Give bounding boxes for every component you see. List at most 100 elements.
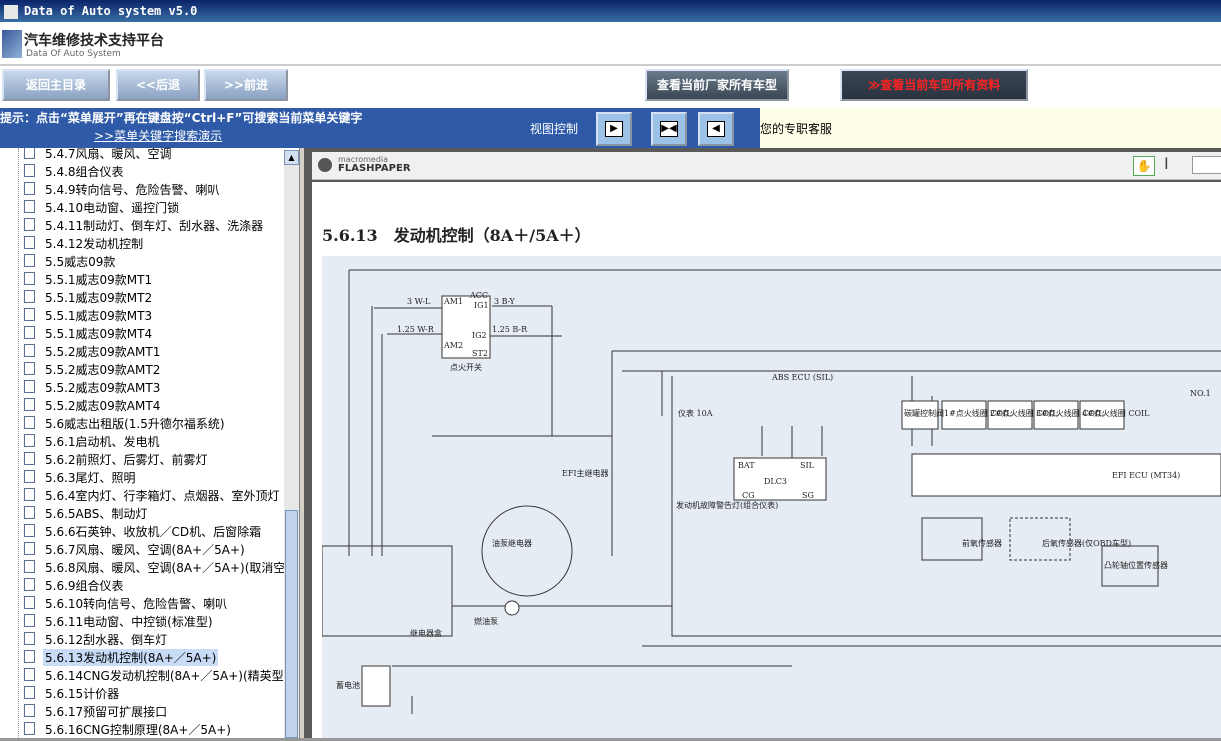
tree-item-label: 5.5.1威志09款MT3 — [45, 309, 153, 323]
tree-sidebar: 5.4.7风扇、暖风、空调 5.4.8组合仪表 5.4.9转向信号、危险告警、喇叭 5… — [0, 148, 300, 738]
tree-item-label: 5.6.13发动机控制(8A+／5A+) — [43, 649, 219, 666]
tree-item[interactable]: 5.6.9组合仪表 — [24, 576, 286, 594]
arrow-left-icon: ◀ — [707, 121, 725, 137]
tree-item-label: 5.6.9组合仪表 — [45, 579, 124, 593]
document-icon — [24, 614, 35, 627]
tree-item[interactable]: 5.6.15计价器 — [24, 684, 286, 702]
tree-item[interactable]: 5.6.3尾灯、照明 — [24, 468, 286, 486]
tree-item[interactable]: 5.6.4室内灯、行李箱灯、点烟器、室外顶灯 — [24, 486, 286, 504]
diagram-label-w3: 1.25 W-R — [397, 325, 435, 334]
document-icon — [24, 704, 35, 717]
tree-item[interactable]: 5.6.11电动窗、中控锁(标准型) — [24, 612, 286, 630]
diagram-label-w1: 3 W-L — [407, 297, 431, 306]
tree-item[interactable]: 5.5.1威志09款MT3 — [24, 306, 286, 324]
diagram-label-am2: AM2 — [443, 341, 463, 350]
app-subtitle: Data Of Auto System — [26, 49, 121, 59]
tree-item-label: 5.6.5ABS、制动灯 — [45, 507, 148, 521]
document-icon — [24, 182, 35, 195]
scroll-thumb[interactable] — [285, 510, 298, 738]
tree-scrollbar[interactable]: ▲ — [284, 150, 299, 738]
tree-item[interactable]: 5.5.2威志09款AMT1 — [24, 342, 286, 360]
tree-item[interactable]: 5.4.10电动窗、遥控门锁 — [24, 198, 286, 216]
diagram-label-ig1: IG1 — [474, 301, 489, 310]
window-titlebar: Data of Auto system v5.0 — [0, 0, 1221, 22]
tree-item[interactable]: 5.6.5ABS、制动灯 — [24, 504, 286, 522]
tree-item[interactable]: 5.4.12发动机控制 — [24, 234, 286, 252]
tree-item[interactable]: 5.4.7风扇、暖风、空调 — [24, 148, 286, 162]
all-makes-button[interactable]: 查看当前厂家所有车型 — [645, 69, 789, 101]
document-page: 5.6.13 发动机控制（8A＋/5A＋） AM1 ACC IG1 IG2 AM… — [312, 182, 1221, 738]
tree-item-label: 5.5.1威志09款MT4 — [45, 327, 153, 341]
arrow-right-icon: ▶ — [605, 121, 623, 137]
tree-item-label: 5.5.2威志09款AMT2 — [45, 363, 161, 377]
diagram-label-coil4: 4#点火线圈 COIL — [1082, 408, 1150, 418]
toolbar: 返回主目录 <<后退 >>前进 查看当前厂家所有车型 ≫查看当前车型所有资料 — [0, 66, 1221, 108]
tree-item-label: 5.5.1威志09款MT2 — [45, 291, 153, 305]
tree-item[interactable]: 5.4.9转向信号、危险告警、喇叭 — [24, 180, 286, 198]
tree-item[interactable]: 5.5.1威志09款MT1 — [24, 270, 286, 288]
tree-item-label: 5.6.6石英钟、收放机／CD机、后窗除霜 — [45, 525, 262, 539]
tree-item[interactable]: 5.5.2威志09款AMT2 — [24, 360, 286, 378]
document-icon — [24, 470, 35, 483]
brand-main: FLASHPAPER — [338, 163, 411, 174]
diagram-label-canister: 碳罐控制阀 — [904, 408, 944, 418]
document-icon — [24, 236, 35, 249]
tree-item[interactable]: 5.4.8组合仪表 — [24, 162, 286, 180]
relay-box — [321, 545, 453, 637]
tree-item-label: 5.4.9转向信号、危险告警、喇叭 — [45, 183, 220, 197]
text-select-icon[interactable]: I — [1164, 154, 1169, 173]
document-icon — [24, 542, 35, 555]
tree-item[interactable]: 5.4.11制动灯、倒车灯、刮水器、洗涤器 — [24, 216, 286, 234]
page-number-input[interactable] — [1192, 156, 1221, 174]
split-view-button[interactable]: ▶◀ — [651, 112, 687, 146]
back-button[interactable]: <<后退 — [116, 69, 200, 101]
diagram-label-relay-box: 继电器盒 — [410, 628, 442, 638]
tree-item[interactable]: 5.6.7风扇、暖风、空调(8A+／5A+) — [24, 540, 286, 558]
tree-item[interactable]: 5.5.1威志09款MT4 — [24, 324, 286, 342]
tree-item-label: 5.6.7风扇、暖风、空调(8A+／5A+) — [45, 543, 245, 557]
diagram-label-sil: SIL — [800, 461, 815, 470]
tree-item[interactable]: 5.6.14CNG发动机控制(8A+／5A+)(精英型) — [24, 666, 286, 684]
diagram-label-cam: 凸轮轴位置传感器 — [1104, 560, 1168, 570]
scroll-up-icon[interactable]: ▲ — [284, 150, 299, 165]
expand-left-button[interactable]: ◀ — [698, 112, 734, 146]
tree-item[interactable]: 5.5.1威志09款MT2 — [24, 288, 286, 306]
viewer-toolbar: macromedia FLASHPAPER ✋ I — [312, 152, 1221, 180]
app-header: 汽车维修技术支持平台 Data Of Auto System — [0, 22, 1221, 66]
tree-item[interactable]: 5.5威志09款 — [24, 252, 286, 270]
expand-right-button[interactable]: ▶ — [596, 112, 632, 146]
tree-item[interactable]: 5.6.10转向信号、危险告警、喇叭 — [24, 594, 286, 612]
document-icon — [24, 380, 35, 393]
tree-item-label: 5.5.2威志09款AMT1 — [45, 345, 161, 359]
tree-item-label: 5.5.2威志09款AMT4 — [45, 399, 161, 413]
diagram-label-abs: ABS ECU (SIL) — [771, 373, 833, 382]
home-button[interactable]: 返回主目录 — [2, 69, 110, 101]
tree-item[interactable]: 5.6.1启动机、发电机 — [24, 432, 286, 450]
diagram-label-w4: 1.25 B-R — [492, 325, 528, 334]
app-title: 汽车维修技术支持平台 — [24, 33, 164, 49]
document-icon — [24, 398, 35, 411]
forward-button[interactable]: >>前进 — [204, 69, 288, 101]
tree-item[interactable]: 5.6.12刮水器、倒车灯 — [24, 630, 286, 648]
tree-item[interactable]: 5.5.2威志09款AMT4 — [24, 396, 286, 414]
tree-item[interactable]: 5.6.16CNG控制原理(8A+／5A+) — [24, 720, 286, 738]
tree-item-label: 5.5.1威志09款MT1 — [45, 273, 153, 287]
document-viewer: macromedia FLASHPAPER ✋ I 5.6.13 发动机控制（8… — [304, 148, 1221, 738]
logo-icon — [2, 30, 22, 58]
tree-item[interactable]: 5.6.2前照灯、后雾灯、前雾灯 — [24, 450, 286, 468]
search-demo-link[interactable]: >>菜单关键字搜索演示 — [94, 127, 222, 144]
hand-tool-icon[interactable]: ✋ — [1133, 156, 1155, 176]
tree-item[interactable]: 5.6.17预留可扩展接口 — [24, 702, 286, 720]
tree-item[interactable]: 5.5.2威志09款AMT3 — [24, 378, 286, 396]
all-data-button[interactable]: ≫查看当前车型所有资料 — [840, 69, 1028, 101]
tree-item[interactable]: 5.6.6石英钟、收放机／CD机、后窗除霜 — [24, 522, 286, 540]
tree-item[interactable]: 5.6威志出租版(1.5升德尔福系统) — [24, 414, 286, 432]
document-icon — [24, 560, 35, 573]
tree-item-label: 5.5威志09款 — [45, 255, 116, 269]
tree-item-label: 5.6.15计价器 — [45, 687, 120, 701]
tree-item[interactable]: 5.6.13发动机控制(8A+／5A+) — [24, 648, 286, 666]
diagram-label-pump-relay: 油泵继电器 — [492, 538, 532, 548]
tree-item[interactable]: 5.6.8风扇、暖风、空调(8A+／5A+)(取消空 — [24, 558, 286, 576]
tree-guide-line — [18, 148, 19, 738]
tree-item-label: 5.6.10转向信号、危险告警、喇叭 — [45, 597, 228, 611]
